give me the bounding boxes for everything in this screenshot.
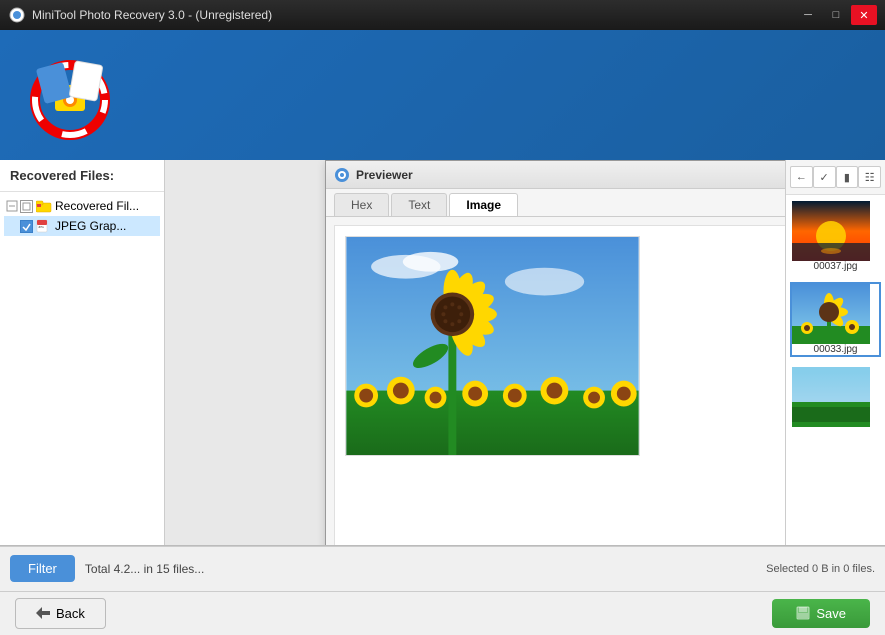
view-grid-button[interactable]: ☷ (858, 166, 881, 188)
back-button[interactable]: Back (15, 598, 106, 629)
save-icon (796, 606, 810, 620)
title-bar: MiniTool Photo Recovery 3.0 - (Unregiste… (0, 0, 885, 30)
app-title: MiniTool Photo Recovery 3.0 - (Unregiste… (32, 8, 795, 22)
close-button[interactable]: ✕ (851, 5, 877, 25)
thumbnail-image-1 (792, 201, 870, 261)
tree-checkbox-1[interactable] (20, 200, 33, 213)
bottom-bar: Filter Total 4.2... in 15 files... Selec… (0, 546, 885, 591)
select-all-button[interactable]: ✓ (813, 166, 836, 188)
thumbnail-label-2: 00033.jpg (792, 344, 879, 355)
tree-checkbox-2[interactable] (20, 220, 33, 233)
view-single-button[interactable]: ▮ (836, 166, 859, 188)
minimize-button[interactable]: ─ (795, 5, 821, 25)
nav-back-button[interactable]: ← (790, 166, 813, 188)
thumbnail-item-1[interactable]: 00037.jpg (790, 199, 881, 274)
tab-image[interactable]: Image (449, 193, 518, 216)
expand-icon (6, 200, 18, 212)
thumbnail-item-3[interactable] (790, 365, 881, 429)
previewer-dialog: Previewer □ ✕ Hex Text Image (325, 160, 785, 545)
tab-text[interactable]: Text (391, 193, 447, 216)
svg-text:JPG: JPG (38, 225, 45, 229)
bottom-area: Filter Total 4.2... in 15 files... Selec… (0, 545, 885, 635)
jpeg-icon: JPG (36, 219, 52, 233)
tab-bar: Hex Text Image (326, 189, 785, 217)
main-window: Recovered Files: (0, 30, 885, 635)
content-area: Recovered Files: (0, 160, 885, 545)
back-icon (36, 607, 50, 619)
tree-item-recovered[interactable]: Recovered Fil... (4, 196, 160, 216)
app-logo (20, 45, 120, 145)
thumbnail-image-3 (792, 367, 870, 427)
recovered-files-title: Recovered Files: (0, 160, 164, 192)
dialog-titlebar: Previewer □ ✕ (326, 161, 785, 189)
thumbnail-list: 00037.jpg (786, 195, 885, 545)
folder-icon (36, 199, 52, 213)
tree-item-jpeg[interactable]: JPG JPEG Grap... (4, 216, 160, 236)
tree-label-jpeg: JPEG Grap... (55, 219, 126, 233)
right-toolbar: ← ✓ ▮ ☷ (786, 160, 885, 195)
tab-hex[interactable]: Hex (334, 193, 389, 216)
thumbnail-label-1: 00037.jpg (792, 261, 879, 272)
app-icon (8, 6, 26, 24)
app-header (0, 30, 885, 160)
right-status-text: Selected 0 B in 0 files. (766, 563, 875, 575)
maximize-button[interactable]: □ (823, 5, 849, 25)
preview-content (334, 225, 785, 545)
status-text: Total 4.2... in 15 files... (85, 562, 756, 576)
middle-panel: Previewer □ ✕ Hex Text Image (165, 160, 785, 545)
preview-image (345, 236, 640, 456)
save-button[interactable]: Save (772, 599, 870, 628)
footer: Back Save (0, 591, 885, 635)
window-controls: ─ □ ✕ (795, 5, 877, 25)
file-tree: Recovered Fil... JPG JPEG Grap... (0, 192, 164, 545)
left-panel: Recovered Files: (0, 160, 165, 545)
dialog-title: Previewer (356, 168, 785, 182)
filter-button[interactable]: Filter (10, 555, 75, 582)
tree-label-recovered: Recovered Fil... (55, 199, 139, 213)
right-panel: ← ✓ ▮ ☷ (785, 160, 885, 545)
thumbnail-item-2[interactable]: 00033.jpg (790, 282, 881, 357)
thumbnail-image-2 (792, 284, 870, 344)
dialog-app-icon (334, 167, 350, 183)
